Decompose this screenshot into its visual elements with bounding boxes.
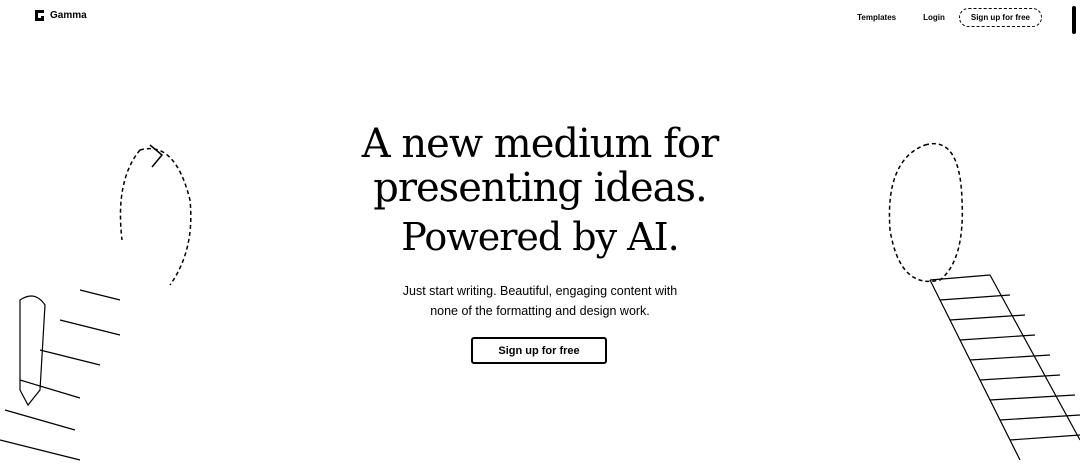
subtitle-line1: Just start writing. Beautiful, engaging … bbox=[402, 284, 678, 298]
brand-name: Gamma bbox=[50, 10, 87, 21]
hero-title-line1: A new medium for bbox=[361, 121, 719, 167]
hero-heading: A new medium for presenting ideas. Power… bbox=[0, 122, 1080, 262]
nav-login-link[interactable]: Login bbox=[923, 13, 945, 22]
scrollbar[interactable] bbox=[1072, 6, 1076, 34]
nav-signup-button[interactable]: Sign up for free bbox=[958, 8, 1042, 27]
top-nav: Templates Login Sign up for free bbox=[830, 8, 1042, 27]
hero-title-line2: presenting ideas. bbox=[373, 165, 707, 211]
hero-signup-button[interactable]: Sign up for free bbox=[471, 337, 607, 364]
subtitle-line2: none of the formatting and design work. bbox=[430, 304, 650, 318]
brand-logo[interactable]: Gamma bbox=[33, 9, 87, 22]
hero-subtitle: Just start writing. Beautiful, engaging … bbox=[0, 281, 1080, 321]
nav-templates-link[interactable]: Templates bbox=[857, 13, 896, 22]
gamma-logo-icon bbox=[35, 10, 44, 21]
hero-title-line3: Powered by AI. bbox=[401, 215, 679, 259]
